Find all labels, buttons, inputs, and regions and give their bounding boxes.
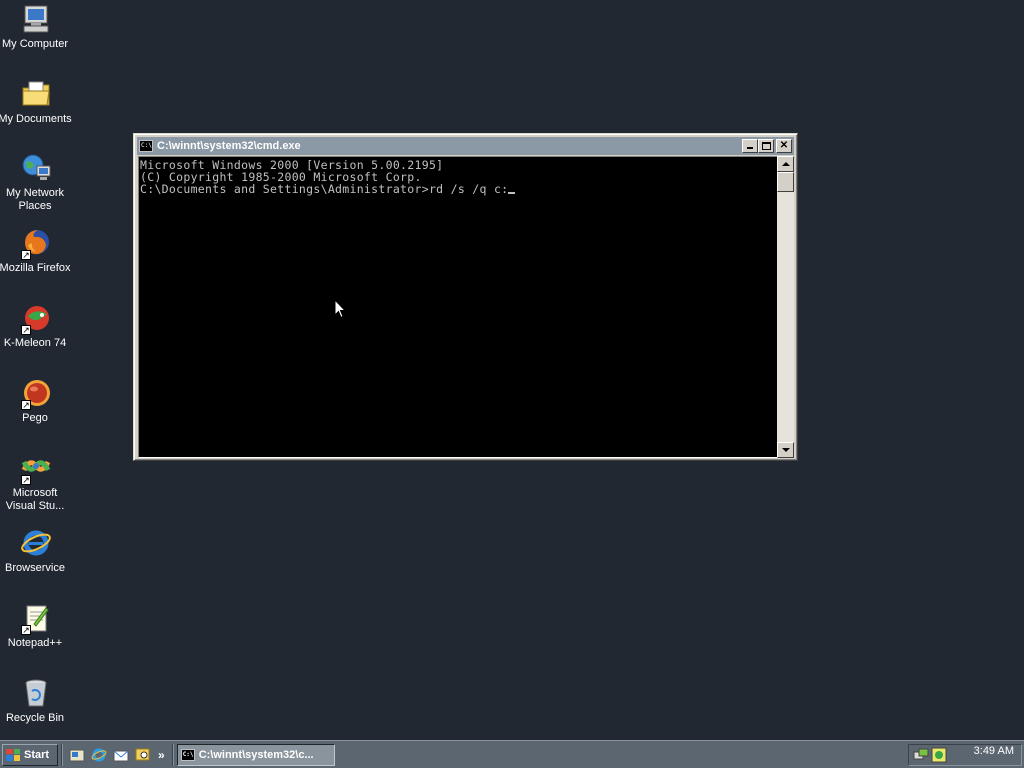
shortcut-arrow-icon: ↗	[21, 475, 31, 485]
desktop-icon-label: Mozilla Firefox	[0, 262, 71, 274]
visual-studio-icon: ↗	[19, 451, 53, 485]
console-app-icon: C:\	[180, 748, 195, 761]
desktop-icon-pego[interactable]: ↗ Pego	[0, 376, 72, 425]
desktop-icon-label: My Documents	[0, 113, 72, 125]
desktop-icon-browservice[interactable]: Browservice	[0, 526, 72, 575]
arrow-up-icon	[782, 162, 790, 166]
console-app-icon[interactable]: C:\	[139, 140, 153, 152]
network-places-icon	[19, 151, 53, 185]
taskbar-clock[interactable]: 3:49 AM	[974, 745, 1014, 757]
firefox-icon: ↗	[19, 226, 53, 260]
taskbar-button-cmd[interactable]: C:\ C:\winnt\system32\c...	[176, 743, 335, 766]
close-button[interactable]: ✕	[776, 139, 792, 153]
console-prompt-line: C:\Documents and Settings\Administrator>…	[139, 183, 778, 195]
minimize-icon	[747, 147, 753, 149]
shortcut-arrow-icon: ↗	[21, 400, 31, 410]
window-titlebar[interactable]: C:\ C:\winnt\system32\cmd.exe ✕	[137, 137, 794, 155]
cmd-window[interactable]: C:\ C:\winnt\system32\cmd.exe ✕ Microsof…	[133, 133, 798, 461]
desktop-icon-label: Microsoft Visual Stu...	[5, 487, 65, 512]
notepad-plus-plus-icon: ↗	[19, 601, 53, 635]
k-meleon-icon: ↗	[19, 301, 53, 335]
command-input-text[interactable]: C:\Documents and Settings\Administrator>…	[140, 182, 508, 196]
shortcut-arrow-icon: ↗	[21, 325, 31, 335]
desktop-icon-label: My Computer	[1, 38, 69, 50]
start-label: Start	[24, 748, 50, 761]
desktop-icon-notepad-plus-plus[interactable]: ↗ Notepad++	[0, 601, 72, 650]
scroll-up-button[interactable]	[777, 156, 794, 172]
quicklaunch-show-desktop[interactable]	[68, 746, 86, 764]
recycle-bin-icon	[19, 676, 53, 710]
arrow-down-icon	[782, 448, 790, 452]
console-output[interactable]: Microsoft Windows 2000 [Version 5.00.219…	[138, 156, 779, 458]
my-computer-icon	[19, 2, 53, 36]
pego-icon: ↗	[19, 376, 53, 410]
desktop-icon-label: Recycle Bin	[5, 712, 65, 724]
taskbar-separator	[61, 743, 63, 766]
internet-explorer-icon	[19, 526, 53, 560]
desktop-icon-my-network-places[interactable]: My Network Places	[0, 151, 72, 213]
quicklaunch-outlook-express[interactable]	[112, 746, 130, 764]
maximize-icon	[762, 142, 771, 150]
window-controls: ✕	[742, 139, 792, 153]
desktop-icon-visual-studio[interactable]: ↗ Microsoft Visual Stu...	[0, 451, 72, 513]
mouse-pointer-icon	[334, 298, 347, 322]
close-icon: ✕	[779, 140, 789, 151]
start-button[interactable]: Start	[2, 743, 58, 766]
app-tray-icon[interactable]	[931, 747, 947, 763]
scroll-thumb[interactable]	[777, 172, 794, 192]
taskbar-separator	[171, 743, 174, 766]
desktop-icon-label: K-Meleon 74	[3, 337, 67, 349]
quicklaunch-more-button[interactable]: »	[158, 748, 165, 762]
desktop-icon-my-computer[interactable]: My Computer	[0, 2, 72, 51]
network-tray-icon[interactable]	[913, 747, 929, 763]
desktop-icon-recycle-bin[interactable]: Recycle Bin	[0, 676, 72, 725]
desktop-icon-mozilla-firefox[interactable]: ↗ Mozilla Firefox	[0, 226, 72, 275]
text-cursor	[508, 192, 516, 194]
minimize-button[interactable]	[742, 139, 758, 153]
taskbar: Start » C:\ C:\winnt\system32\c... 3:49 …	[0, 740, 1024, 768]
search-icon	[135, 748, 150, 760]
outlook-express-icon	[113, 750, 129, 761]
desktop-icon-my-documents[interactable]: My Documents	[0, 77, 72, 126]
my-documents-icon	[19, 77, 53, 111]
desktop-icon-label: Browservice	[5, 562, 65, 574]
quicklaunch-search[interactable]	[134, 746, 152, 764]
vertical-scrollbar[interactable]	[777, 156, 794, 458]
desktop-icon-label: Notepad++	[7, 637, 63, 649]
windows-flag-icon	[6, 748, 20, 761]
show-desktop-icon	[69, 749, 85, 761]
task-button-label: C:\winnt\system32\c...	[198, 748, 314, 761]
desktop-icon-label: Pego	[22, 412, 48, 424]
desktop-icon-label: My Network Places	[5, 187, 65, 212]
quicklaunch-internet-explorer[interactable]	[90, 746, 108, 764]
shortcut-arrow-icon: ↗	[21, 250, 31, 260]
maximize-button[interactable]	[758, 139, 774, 153]
shortcut-arrow-icon: ↗	[21, 625, 31, 635]
desktop-icon-k-meleon[interactable]: ↗ K-Meleon 74	[0, 301, 72, 350]
internet-explorer-icon	[91, 748, 107, 761]
scroll-down-button[interactable]	[777, 442, 794, 458]
window-title: C:\winnt\system32\cmd.exe	[157, 140, 301, 152]
